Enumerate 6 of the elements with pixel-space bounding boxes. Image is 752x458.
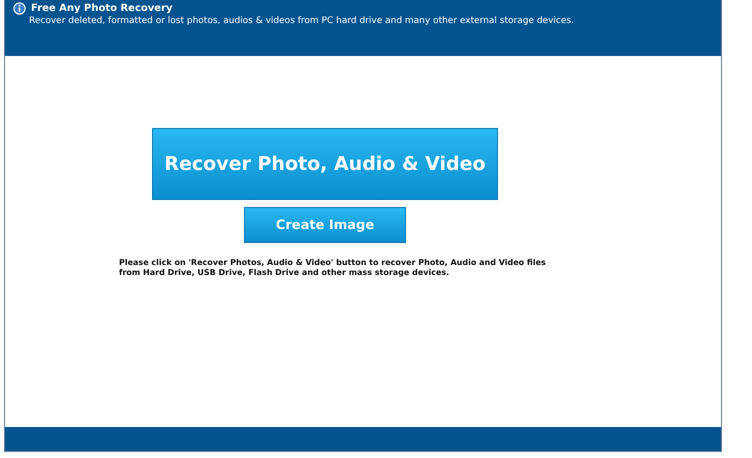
app-subtitle: Recover deleted, formatted or lost photos, audios & videos from PC hard drive and many other external storage devices. (29, 16, 575, 26)
create-image-button[interactable]: Create Image (244, 207, 406, 243)
info-icon (13, 2, 26, 14)
recover-button[interactable]: Recover Photo, Audio & Video (152, 128, 498, 200)
app-title: Free Any Photo Recovery (31, 2, 173, 14)
instruction-text: Please click on 'Recover Photos, Audio & Video' button to recover Photo, Audio and Video files from Hard Drive, USB Drive, Flash Drive and other mass storage devices. (119, 258, 547, 278)
